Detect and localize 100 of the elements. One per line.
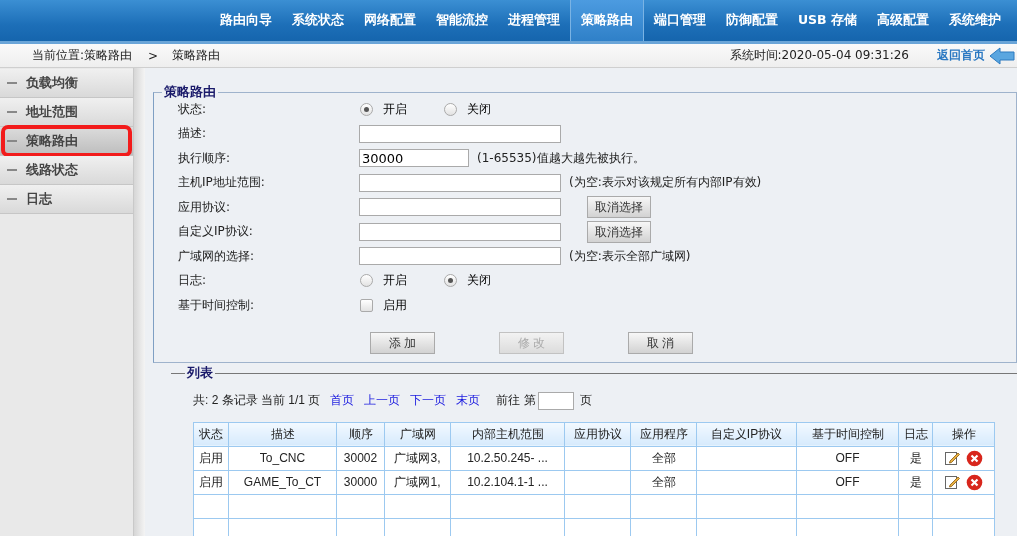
page-link[interactable]: 上一页 [364, 392, 401, 409]
page-link[interactable]: 下一页 [410, 392, 447, 409]
text-field[interactable] [359, 222, 561, 241]
radio-button[interactable] [360, 274, 373, 288]
field-label: 广域网的选择: [178, 247, 256, 265]
home-link[interactable]: 返回首页 [937, 47, 985, 64]
field-label: 状态: [178, 100, 208, 118]
table-cell: 广域网1, [384, 470, 451, 494]
table-cell: 10.2.104.1-1 ... [450, 470, 565, 494]
nav-tab[interactable]: 网络配置 [353, 0, 426, 41]
text-field[interactable] [359, 124, 561, 143]
sidebar-label: 负载均衡 [26, 74, 78, 92]
dash-icon [7, 82, 17, 84]
record-summary: 共: 2 条记录 当前 1/1 页 [193, 392, 321, 409]
field-hint: (为空:表示全部广域网) [569, 247, 691, 265]
nav-tab[interactable]: 高级配置 [867, 0, 939, 41]
location-label: 当前位置:策略路由 [32, 47, 133, 64]
sidebar-item[interactable]: 负载均衡 [0, 69, 133, 98]
form-button[interactable]: 取 消 [628, 331, 693, 354]
column-header: 操作 [932, 422, 995, 446]
table-cell: 全部 [630, 470, 697, 494]
field-label: 执行顺序: [178, 149, 232, 167]
dash-icon [7, 140, 17, 142]
field-label: 自定义IP协议: [178, 223, 254, 241]
sidebar-label: 地址范围 [26, 103, 78, 121]
edit-icon[interactable] [944, 450, 960, 466]
sidebar-label: 策略路由 [26, 132, 78, 150]
field-hint: (为空:表示对该规定所有内部IP有效) [569, 174, 762, 192]
goto-label: 页 [579, 392, 592, 409]
checkbox[interactable] [360, 298, 373, 312]
deselect-button[interactable]: 取消选择 [587, 196, 651, 219]
field-label: 基于时间控制: [178, 296, 256, 314]
table-cell: 是 [898, 446, 933, 470]
nav-tab[interactable]: 系统维护 [939, 0, 1011, 41]
breadcrumb-separator: > [148, 48, 159, 63]
deselect-button[interactable]: 取消选择 [587, 220, 651, 243]
sidebar-item[interactable]: 策略路由 [0, 127, 133, 156]
radio-label: 开启 [383, 272, 407, 290]
sidebar-label: 日志 [26, 190, 52, 208]
field-hint: (1-65535)值越大越先被执行。 [477, 149, 645, 167]
dash-icon [7, 198, 17, 200]
text-field[interactable] [359, 247, 561, 266]
field-label: 日志: [178, 272, 208, 290]
table-cell: 30002 [336, 446, 385, 470]
radio-button[interactable] [444, 102, 457, 116]
radio-label: 关闭 [467, 272, 491, 290]
table-cell: 启用 [193, 446, 229, 470]
nav-tab[interactable]: 进程管理 [497, 0, 570, 41]
radio-label: 关闭 [467, 100, 491, 118]
delete-icon[interactable] [966, 473, 983, 491]
field-label: 主机IP地址范围: [178, 174, 266, 192]
radio-button[interactable] [360, 102, 373, 116]
column-header: 描述 [228, 422, 337, 446]
field-label: 描述: [178, 125, 208, 143]
page-link[interactable]: 首页 [330, 392, 355, 409]
sidebar-item[interactable]: 地址范围 [0, 98, 133, 127]
text-field[interactable]: 30000 [359, 149, 469, 168]
column-header: 基于时间控制 [796, 422, 899, 446]
dash-icon [7, 111, 17, 113]
radio-button[interactable] [444, 274, 457, 288]
column-header: 日志 [898, 422, 933, 446]
nav-tab[interactable]: 防御配置 [715, 0, 788, 41]
column-header: 应用协议 [564, 422, 631, 446]
table-cell: 全部 [630, 446, 697, 470]
section-title: 列表 [185, 364, 215, 382]
table-cell: 是 [898, 470, 933, 494]
nav-tab[interactable]: 策略路由 [569, 0, 644, 41]
system-time: 系统时间:2020-05-04 09:31:26 [729, 47, 909, 64]
left-arrow-icon[interactable] [989, 46, 1015, 65]
dash-icon [7, 169, 17, 171]
sidebar-item[interactable]: 日志 [0, 185, 133, 214]
radio-label: 开启 [383, 100, 407, 118]
column-header: 广域网 [384, 422, 451, 446]
table-cell: To_CNC [228, 446, 337, 470]
form-button[interactable]: 添 加 [370, 331, 435, 354]
nav-tab[interactable]: 智能流控 [425, 0, 498, 41]
delete-icon[interactable] [966, 449, 983, 467]
column-header: 自定义IP协议 [696, 422, 797, 446]
column-header: 内部主机范围 [450, 422, 565, 446]
current-page-label: 策略路由 [172, 47, 221, 64]
table-cell: OFF [796, 470, 899, 494]
edit-icon[interactable] [944, 474, 960, 490]
sidebar-item[interactable]: 线路状态 [0, 156, 133, 185]
table-cell: OFF [796, 446, 899, 470]
nav-tab[interactable]: 系统状态 [281, 0, 354, 41]
page-number-field[interactable] [537, 391, 574, 410]
text-field[interactable] [359, 173, 561, 192]
column-header: 应用程序 [630, 422, 697, 446]
nav-tab[interactable]: 路由向导 [209, 0, 282, 41]
table-cell: GAME_To_CT [228, 470, 337, 494]
nav-tab[interactable]: 端口管理 [643, 0, 716, 41]
goto-label: 前往 第 [496, 392, 536, 409]
table-cell: 广域网3, [384, 446, 451, 470]
field-label: 应用协议: [178, 198, 232, 216]
nav-tab[interactable]: USB 存储 [787, 0, 867, 41]
text-field[interactable] [359, 198, 561, 217]
checkbox-label: 启用 [383, 296, 407, 314]
section-title: 策略路由 [162, 84, 218, 101]
page-link[interactable]: 末页 [456, 392, 481, 409]
table-cell: 10.2.50.245- ... [450, 446, 565, 470]
